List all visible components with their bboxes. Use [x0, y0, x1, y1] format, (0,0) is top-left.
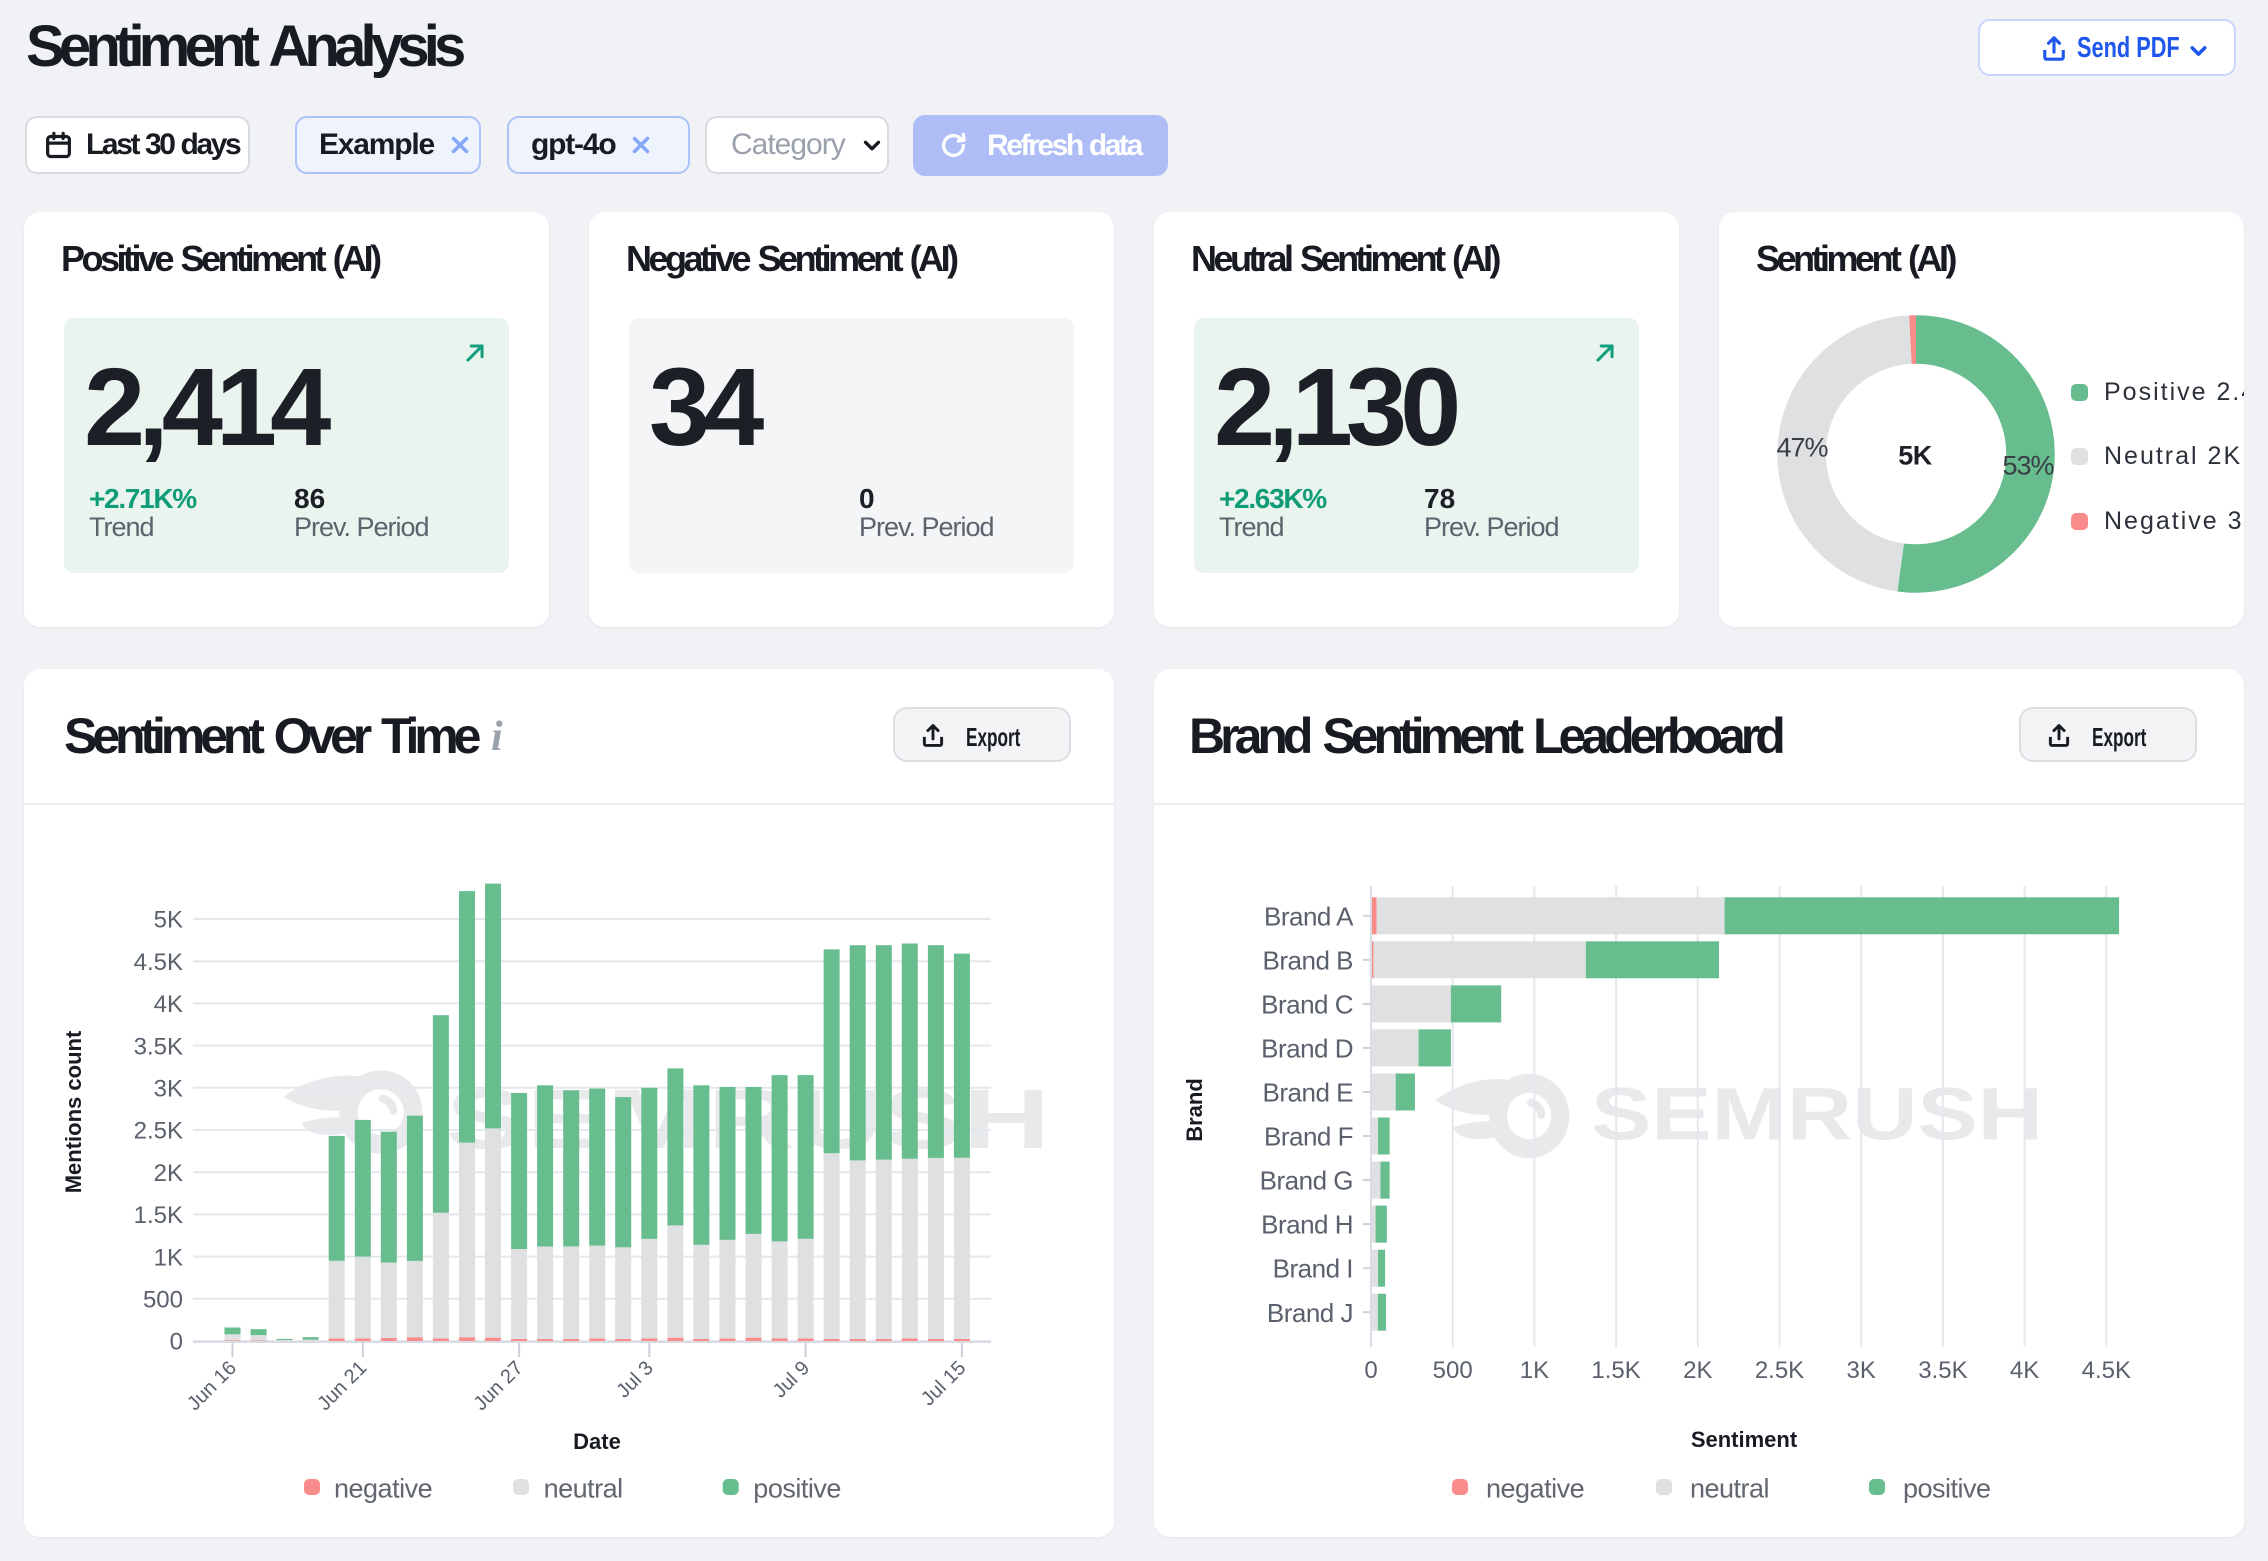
- svg-text:3.5K: 3.5K: [1918, 1357, 1967, 1384]
- svg-text:Jul 9: Jul 9: [769, 1357, 814, 1402]
- svg-text:Brand D: Brand D: [1261, 1033, 1353, 1063]
- svg-text:5K: 5K: [1898, 441, 1933, 471]
- svg-text:Jul 3: Jul 3: [612, 1357, 657, 1402]
- svg-text:positive: positive: [753, 1474, 841, 1504]
- svg-text:Brand H: Brand H: [1261, 1210, 1353, 1240]
- svg-text:Jun 27: Jun 27: [470, 1357, 528, 1415]
- svg-text:Jun 16: Jun 16: [183, 1357, 241, 1415]
- svg-text:4K: 4K: [2010, 1357, 2039, 1384]
- svg-text:Brand E: Brand E: [1263, 1078, 1354, 1108]
- svg-text:4K: 4K: [154, 991, 183, 1018]
- svg-text:500: 500: [143, 1287, 183, 1314]
- svg-text:Brand B: Brand B: [1263, 945, 1353, 975]
- svg-text:Mentions count: Mentions count: [61, 1030, 86, 1193]
- svg-text:neutral: neutral: [544, 1474, 623, 1504]
- svg-text:Brand J: Brand J: [1267, 1298, 1353, 1328]
- svg-text:2.5K: 2.5K: [1755, 1357, 1804, 1384]
- svg-text:SEMRUSH: SEMRUSH: [1591, 1073, 2043, 1156]
- svg-text:5K: 5K: [154, 907, 183, 934]
- svg-text:0: 0: [1364, 1357, 1377, 1384]
- svg-text:Brand: Brand: [1182, 1078, 1207, 1142]
- svg-text:negative: negative: [1486, 1474, 1584, 1504]
- svg-text:neutral: neutral: [1690, 1474, 1769, 1504]
- svg-text:4.5K: 4.5K: [134, 949, 183, 976]
- svg-text:0: 0: [170, 1329, 183, 1356]
- svg-text:2K: 2K: [154, 1160, 183, 1187]
- svg-text:Brand C: Brand C: [1261, 989, 1353, 1019]
- svg-text:3K: 3K: [154, 1076, 183, 1103]
- svg-text:500: 500: [1433, 1357, 1473, 1384]
- svg-text:Brand I: Brand I: [1273, 1254, 1353, 1284]
- svg-text:53%: 53%: [2002, 451, 2054, 481]
- svg-text:Brand G: Brand G: [1260, 1166, 1353, 1196]
- svg-text:Jun 21: Jun 21: [313, 1357, 371, 1415]
- svg-text:1.5K: 1.5K: [1591, 1357, 1640, 1384]
- svg-text:Brand A: Brand A: [1264, 901, 1354, 931]
- svg-text:47%: 47%: [1776, 433, 1828, 463]
- svg-text:1K: 1K: [154, 1244, 183, 1271]
- svg-text:Date: Date: [573, 1429, 621, 1454]
- svg-text:Jul 15: Jul 15: [917, 1357, 970, 1410]
- svg-text:negative: negative: [334, 1474, 432, 1504]
- svg-text:2.5K: 2.5K: [134, 1118, 183, 1145]
- svg-text:3.5K: 3.5K: [134, 1033, 183, 1060]
- svg-text:4.5K: 4.5K: [2082, 1357, 2131, 1384]
- svg-text:1.5K: 1.5K: [134, 1202, 183, 1229]
- svg-text:3K: 3K: [1847, 1357, 1876, 1384]
- svg-text:Sentiment: Sentiment: [1691, 1427, 1798, 1452]
- svg-text:2K: 2K: [1683, 1357, 1712, 1384]
- svg-text:1K: 1K: [1520, 1357, 1549, 1384]
- svg-text:Brand F: Brand F: [1264, 1122, 1353, 1152]
- svg-text:positive: positive: [1903, 1474, 1991, 1504]
